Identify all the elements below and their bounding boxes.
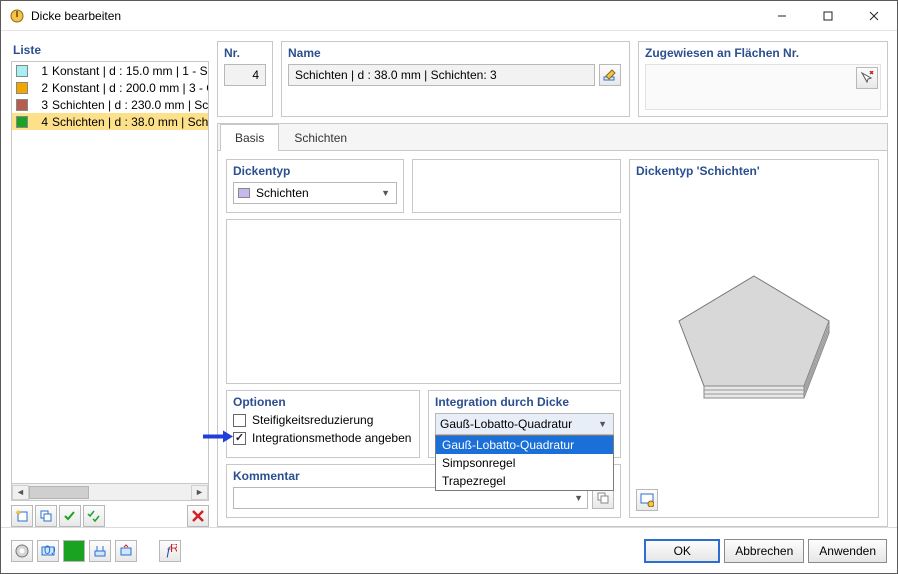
- preview-label: Dickentyp 'Schichten': [636, 164, 872, 178]
- dickentyp-combo[interactable]: Schichten ▼: [233, 182, 397, 204]
- integration-option[interactable]: Gauß-Lobatto-Quadratur: [436, 436, 613, 454]
- empty-preview-area: [226, 219, 621, 384]
- tool-button-b[interactable]: [115, 540, 137, 562]
- tab-schichten[interactable]: Schichten: [279, 124, 362, 151]
- close-button[interactable]: [851, 1, 897, 31]
- liste-listbox[interactable]: 1Konstant | d : 15.0 mm | 1 - S235 2Kons…: [11, 61, 209, 484]
- minimize-button[interactable]: [759, 1, 805, 31]
- preview-settings-button[interactable]: [636, 489, 658, 511]
- chevron-down-icon: ▼: [574, 493, 583, 503]
- name-input[interactable]: [288, 64, 595, 86]
- color-button[interactable]: [63, 540, 85, 562]
- copy-item-button[interactable]: [35, 505, 57, 527]
- nr-label: Nr.: [218, 42, 272, 64]
- ok-button[interactable]: OK: [644, 539, 720, 563]
- integration-option[interactable]: Simpsonregel: [436, 454, 613, 472]
- integration-combo[interactable]: Gauß-Lobatto-Quadratur ▼ Gauß-Lobatto-Qu…: [435, 413, 614, 435]
- list-item[interactable]: 2Konstant | d : 200.0 mm | 3 - C30: [12, 79, 208, 96]
- check-multi-button[interactable]: [83, 505, 105, 527]
- help-button[interactable]: [11, 540, 33, 562]
- edit-name-button[interactable]: [599, 64, 621, 86]
- scroll-right-button[interactable]: ►: [191, 485, 208, 500]
- app-icon: [9, 8, 25, 24]
- svg-text:ƒ: ƒ: [165, 544, 172, 558]
- tool-button-a[interactable]: [89, 540, 111, 562]
- name-label: Name: [282, 42, 629, 64]
- units-button[interactable]: 0,00: [37, 540, 59, 562]
- pick-surface-button[interactable]: [856, 67, 878, 89]
- apply-button[interactable]: Anwenden: [808, 539, 887, 563]
- cancel-button[interactable]: Abbrechen: [724, 539, 804, 563]
- steifigkeit-checkbox[interactable]: Steifigkeitsreduzierung: [233, 413, 413, 427]
- thickness-preview: [636, 182, 872, 509]
- integration-option[interactable]: Trapezregel: [436, 472, 613, 490]
- horizontal-scrollbar[interactable]: ◄ ►: [11, 484, 209, 501]
- liste-label: Liste: [11, 41, 209, 61]
- new-item-button[interactable]: [11, 505, 33, 527]
- function-button[interactable]: ƒR: [159, 540, 181, 562]
- svg-text:R: R: [170, 544, 177, 555]
- list-item[interactable]: 4Schichten | d : 38.0 mm | Schicht: [12, 113, 208, 130]
- integration-label: Integration durch Dicke: [435, 395, 614, 409]
- chevron-down-icon: ▼: [596, 419, 609, 429]
- assigned-label: Zugewiesen an Flächen Nr.: [639, 42, 887, 64]
- annotation-arrow-icon: [203, 429, 233, 448]
- scroll-thumb[interactable]: [29, 486, 89, 499]
- dickentyp-label: Dickentyp: [233, 164, 397, 178]
- delete-item-button[interactable]: [187, 505, 209, 527]
- list-item[interactable]: 1Konstant | d : 15.0 mm | 1 - S235: [12, 62, 208, 79]
- window-title: Dicke bearbeiten: [31, 9, 121, 23]
- optionen-label: Optionen: [233, 395, 413, 409]
- tab-bar: Basis Schichten: [218, 124, 887, 151]
- chevron-down-icon: ▼: [379, 188, 392, 198]
- liste-toolbar: [11, 501, 209, 527]
- check-single-button[interactable]: [59, 505, 81, 527]
- nr-input[interactable]: [224, 64, 266, 86]
- list-item[interactable]: 3Schichten | d : 230.0 mm | Schich: [12, 96, 208, 113]
- assigned-field[interactable]: [645, 64, 881, 110]
- maximize-button[interactable]: [805, 1, 851, 31]
- title-bar: Dicke bearbeiten: [1, 1, 897, 31]
- svg-text:0,00: 0,00: [44, 544, 55, 557]
- integration-dropdown[interactable]: Gauß-Lobatto-Quadratur Simpsonregel Trap…: [435, 435, 614, 491]
- integrationsmethode-checkbox[interactable]: Integrationsmethode angeben: [233, 431, 413, 445]
- tab-basis[interactable]: Basis: [220, 124, 279, 151]
- layer-color-swatch: [238, 188, 250, 198]
- scroll-left-button[interactable]: ◄: [12, 485, 29, 500]
